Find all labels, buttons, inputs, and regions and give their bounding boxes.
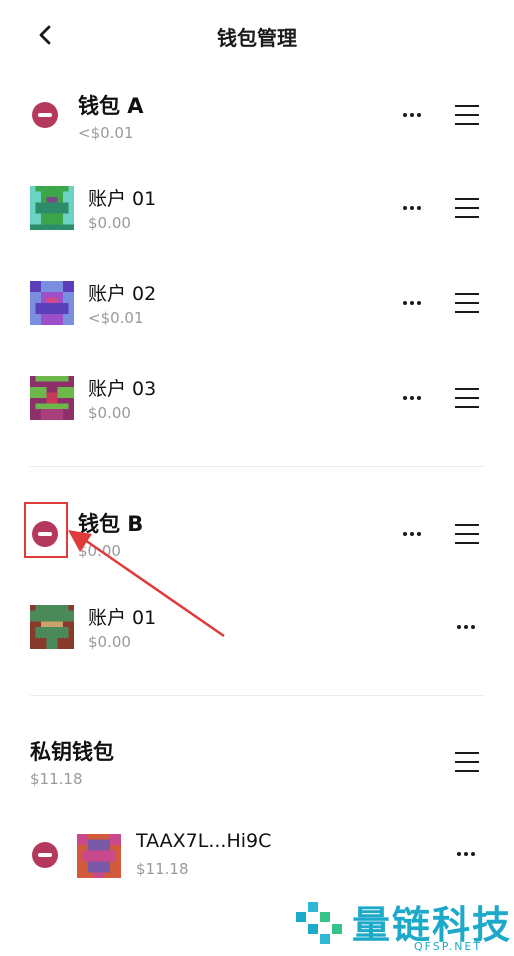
account-row[interactable]: 账户 01 $0.00	[0, 168, 514, 248]
drag-handle-private-wallet-icon[interactable]	[455, 752, 479, 772]
more-options-icon[interactable]	[455, 850, 479, 858]
wallet-row-a: 钱包 A <$0.01	[0, 80, 514, 160]
account-address: TAAX7L...Hi9C	[136, 830, 272, 852]
page-title: 钱包管理	[217, 26, 297, 50]
account-balance: $0.00	[88, 404, 131, 422]
account-row[interactable]: 账户 01 $0.00	[0, 587, 514, 667]
account-name: 账户 01	[88, 607, 157, 629]
pixel-avatar-icon	[30, 186, 74, 230]
pixel-avatar-icon	[30, 376, 74, 420]
watermark-logo-icon	[296, 902, 342, 944]
wallet-row-b: 钱包 B $0.00	[0, 494, 514, 574]
drag-handle-wallet-a-icon[interactable]	[455, 105, 479, 125]
account-name: 账户 03	[88, 378, 157, 400]
section-divider	[30, 466, 484, 467]
more-options-icon[interactable]	[401, 204, 425, 212]
pixel-avatar-icon	[30, 281, 74, 325]
private-key-wallet-title: 私钥钱包	[30, 740, 114, 764]
wallet-a-name: 钱包 A	[78, 94, 144, 118]
account-balance: $0.00	[88, 214, 131, 232]
drag-handle-icon[interactable]	[455, 198, 479, 218]
account-balance: $0.00	[88, 633, 131, 651]
wallet-b-balance: $0.00	[78, 542, 121, 560]
account-balance: <$0.01	[88, 309, 144, 327]
pixel-avatar-icon	[77, 834, 121, 878]
more-options-wallet-b-icon[interactable]	[401, 530, 425, 538]
more-options-icon[interactable]	[401, 394, 425, 402]
remove-wallet-a-icon[interactable]	[32, 102, 58, 128]
account-name: 账户 02	[88, 283, 157, 305]
more-options-icon[interactable]	[455, 623, 479, 631]
remove-account-icon[interactable]	[32, 842, 58, 868]
account-row[interactable]: 账户 03 $0.00	[0, 358, 514, 438]
private-key-wallet-balance: $11.18	[30, 770, 83, 788]
section-divider	[30, 695, 484, 696]
watermark: 量链科技 QFSP.NET	[294, 894, 514, 956]
header-bar: 钱包管理	[0, 0, 514, 70]
pixel-avatar-icon	[30, 605, 74, 649]
annotation-highlight-box	[24, 502, 68, 558]
private-key-wallet-row: 私钥钱包 $11.18	[0, 722, 514, 802]
more-options-icon[interactable]	[401, 299, 425, 307]
wallet-b-name: 钱包 B	[78, 512, 144, 536]
drag-handle-icon[interactable]	[455, 388, 479, 408]
wallet-a-balance: <$0.01	[78, 124, 134, 142]
drag-handle-icon[interactable]	[455, 293, 479, 313]
account-row[interactable]: 账户 02 <$0.01	[0, 263, 514, 343]
drag-handle-wallet-b-icon[interactable]	[455, 524, 479, 544]
watermark-sub: QFSP.NET	[414, 940, 483, 953]
account-balance: $11.18	[136, 860, 189, 878]
account-name: 账户 01	[88, 188, 157, 210]
more-options-wallet-a-icon[interactable]	[401, 111, 425, 119]
account-row[interactable]: TAAX7L...Hi9C $11.18	[0, 814, 514, 894]
